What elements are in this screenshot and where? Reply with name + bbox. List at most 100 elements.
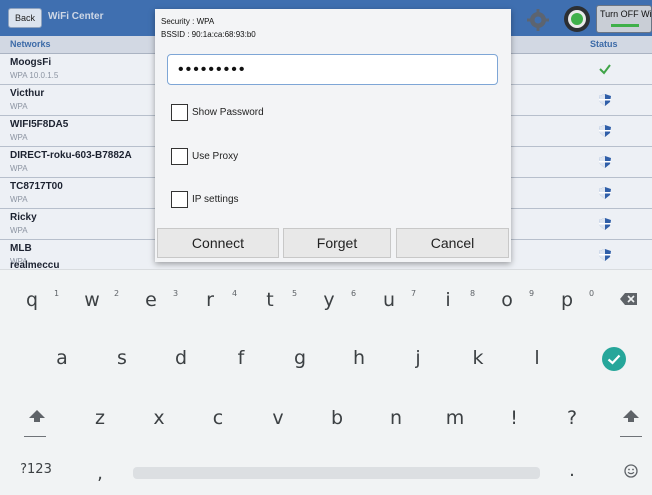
power-icon[interactable] <box>563 5 591 33</box>
key-o[interactable]: o9 <box>487 280 534 320</box>
network-ssid: Ricky <box>10 212 37 223</box>
key-f[interactable]: f <box>221 338 261 378</box>
ip-settings-option[interactable]: IP settings <box>171 191 471 211</box>
shield-icon <box>598 155 612 169</box>
key-s[interactable]: s <box>102 338 142 378</box>
backspace-icon[interactable] <box>620 292 638 311</box>
cancel-button[interactable]: Cancel <box>396 228 509 258</box>
key-v[interactable]: v <box>258 398 298 438</box>
network-security: WPA <box>10 102 28 111</box>
key-p[interactable]: p0 <box>547 280 594 320</box>
forget-button[interactable]: Forget <box>283 228 391 258</box>
show-password-checkbox[interactable] <box>171 104 188 121</box>
key-q[interactable]: q1 <box>12 280 59 320</box>
key-b[interactable]: b <box>317 398 357 438</box>
key-hint: 8 <box>470 289 476 298</box>
key-i[interactable]: i8 <box>428 280 475 320</box>
ip-settings-checkbox[interactable] <box>171 191 188 208</box>
key-label: q <box>25 289 39 311</box>
period-key[interactable]: . <box>560 460 584 481</box>
wifi-on-indicator <box>611 24 639 27</box>
back-button[interactable]: Back <box>8 8 42 28</box>
key-j[interactable]: j <box>398 338 438 378</box>
key-c[interactable]: c <box>198 398 238 438</box>
key-hint: 6 <box>351 289 357 298</box>
key-hint: 3 <box>173 289 179 298</box>
key-u[interactable]: u7 <box>369 280 416 320</box>
key-hint: 5 <box>292 289 298 298</box>
key-label: p <box>560 289 574 311</box>
key-w[interactable]: w2 <box>72 280 119 320</box>
key-e[interactable]: e3 <box>131 280 178 320</box>
comma-key[interactable]: , <box>86 463 114 485</box>
turn-off-wifi-button[interactable]: Turn OFF WiFi <box>596 5 652 33</box>
network-security: WPA <box>10 226 28 235</box>
key-t[interactable]: t5 <box>250 280 297 320</box>
connect-button[interactable]: Connect <box>157 228 279 258</box>
key-hint: 9 <box>529 289 535 298</box>
key-hint: 2 <box>114 289 120 298</box>
shield-icon <box>598 217 612 231</box>
space-bar[interactable] <box>133 467 540 479</box>
shield-icon <box>598 124 612 138</box>
key-question[interactable]: ? <box>552 398 592 438</box>
key-label: i <box>445 289 451 311</box>
password-input[interactable]: ••••••••• <box>167 54 498 85</box>
key-r[interactable]: r4 <box>190 280 237 320</box>
key-a[interactable]: a <box>42 338 82 378</box>
key-g[interactable]: g <box>280 338 320 378</box>
use-proxy-label: Use Proxy <box>192 151 239 162</box>
shield-icon <box>598 248 612 262</box>
emoji-icon[interactable] <box>624 464 638 483</box>
network-ssid: DIRECT-roku-603-B7882A <box>10 150 132 161</box>
key-exclamation[interactable]: ! <box>494 398 534 438</box>
networks-column-label: Networks <box>10 39 51 49</box>
enter-check-icon[interactable] <box>602 347 626 376</box>
key-l[interactable]: l <box>517 338 557 378</box>
app-title: WiFi Center <box>48 11 104 22</box>
show-password-label: Show Password <box>192 107 264 118</box>
network-ssid: MLB <box>10 243 32 254</box>
key-label: u <box>382 289 396 311</box>
ip-settings-label: IP settings <box>192 194 239 205</box>
gear-icon[interactable] <box>524 8 552 32</box>
key-y[interactable]: y6 <box>309 280 356 320</box>
show-password-option[interactable]: Show Password <box>171 104 471 124</box>
network-ssid: WIFI5F8DA5 <box>10 119 69 130</box>
key-n[interactable]: n <box>376 398 416 438</box>
use-proxy-option[interactable]: Use Proxy <box>171 148 471 168</box>
dialog-button-row: Connect Forget Cancel <box>155 228 511 262</box>
key-label: e <box>145 289 157 311</box>
network-security: WPA <box>10 133 28 142</box>
shield-icon <box>598 93 612 107</box>
key-x[interactable]: x <box>139 398 179 438</box>
key-z[interactable]: z <box>80 398 120 438</box>
network-ssid: TC8717T00 <box>10 181 63 192</box>
key-label: r <box>206 289 214 311</box>
key-h[interactable]: h <box>339 338 379 378</box>
network-security: WPA <box>10 164 28 173</box>
use-proxy-checkbox[interactable] <box>171 148 188 165</box>
key-label: o <box>501 289 513 311</box>
shift-icon[interactable] <box>29 409 45 427</box>
key-m[interactable]: m <box>435 398 475 438</box>
dialog-bssid-text: BSSID : 90:1a:ca:68:93:b0 <box>161 30 256 39</box>
key-hint: 7 <box>411 289 417 298</box>
screen: Back WiFi Center Turn OFF Wi Networks St… <box>0 0 652 495</box>
network-security: WPA <box>10 195 28 204</box>
key-hint: 4 <box>232 289 238 298</box>
turn-off-wifi-label: Turn OFF WiFi <box>600 9 652 19</box>
network-ssid: MoogsFi <box>10 57 52 68</box>
key-hint: 0 <box>589 289 595 298</box>
key-d[interactable]: d <box>161 338 201 378</box>
shift-right-underline <box>620 436 642 437</box>
shift-underline <box>24 436 46 437</box>
symbols-key[interactable]: ?123 <box>14 462 58 477</box>
key-hint: 1 <box>54 289 60 298</box>
shield-icon <box>598 186 612 200</box>
checkmark-icon <box>598 62 612 76</box>
key-k[interactable]: k <box>458 338 498 378</box>
soft-keyboard: q1 w2 e3 r4 t5 y6 u7 i8 o9 p0 a s d f g … <box>0 269 652 495</box>
dialog-security-text: Security : WPA <box>161 17 215 26</box>
shift-right-icon[interactable] <box>623 409 639 427</box>
